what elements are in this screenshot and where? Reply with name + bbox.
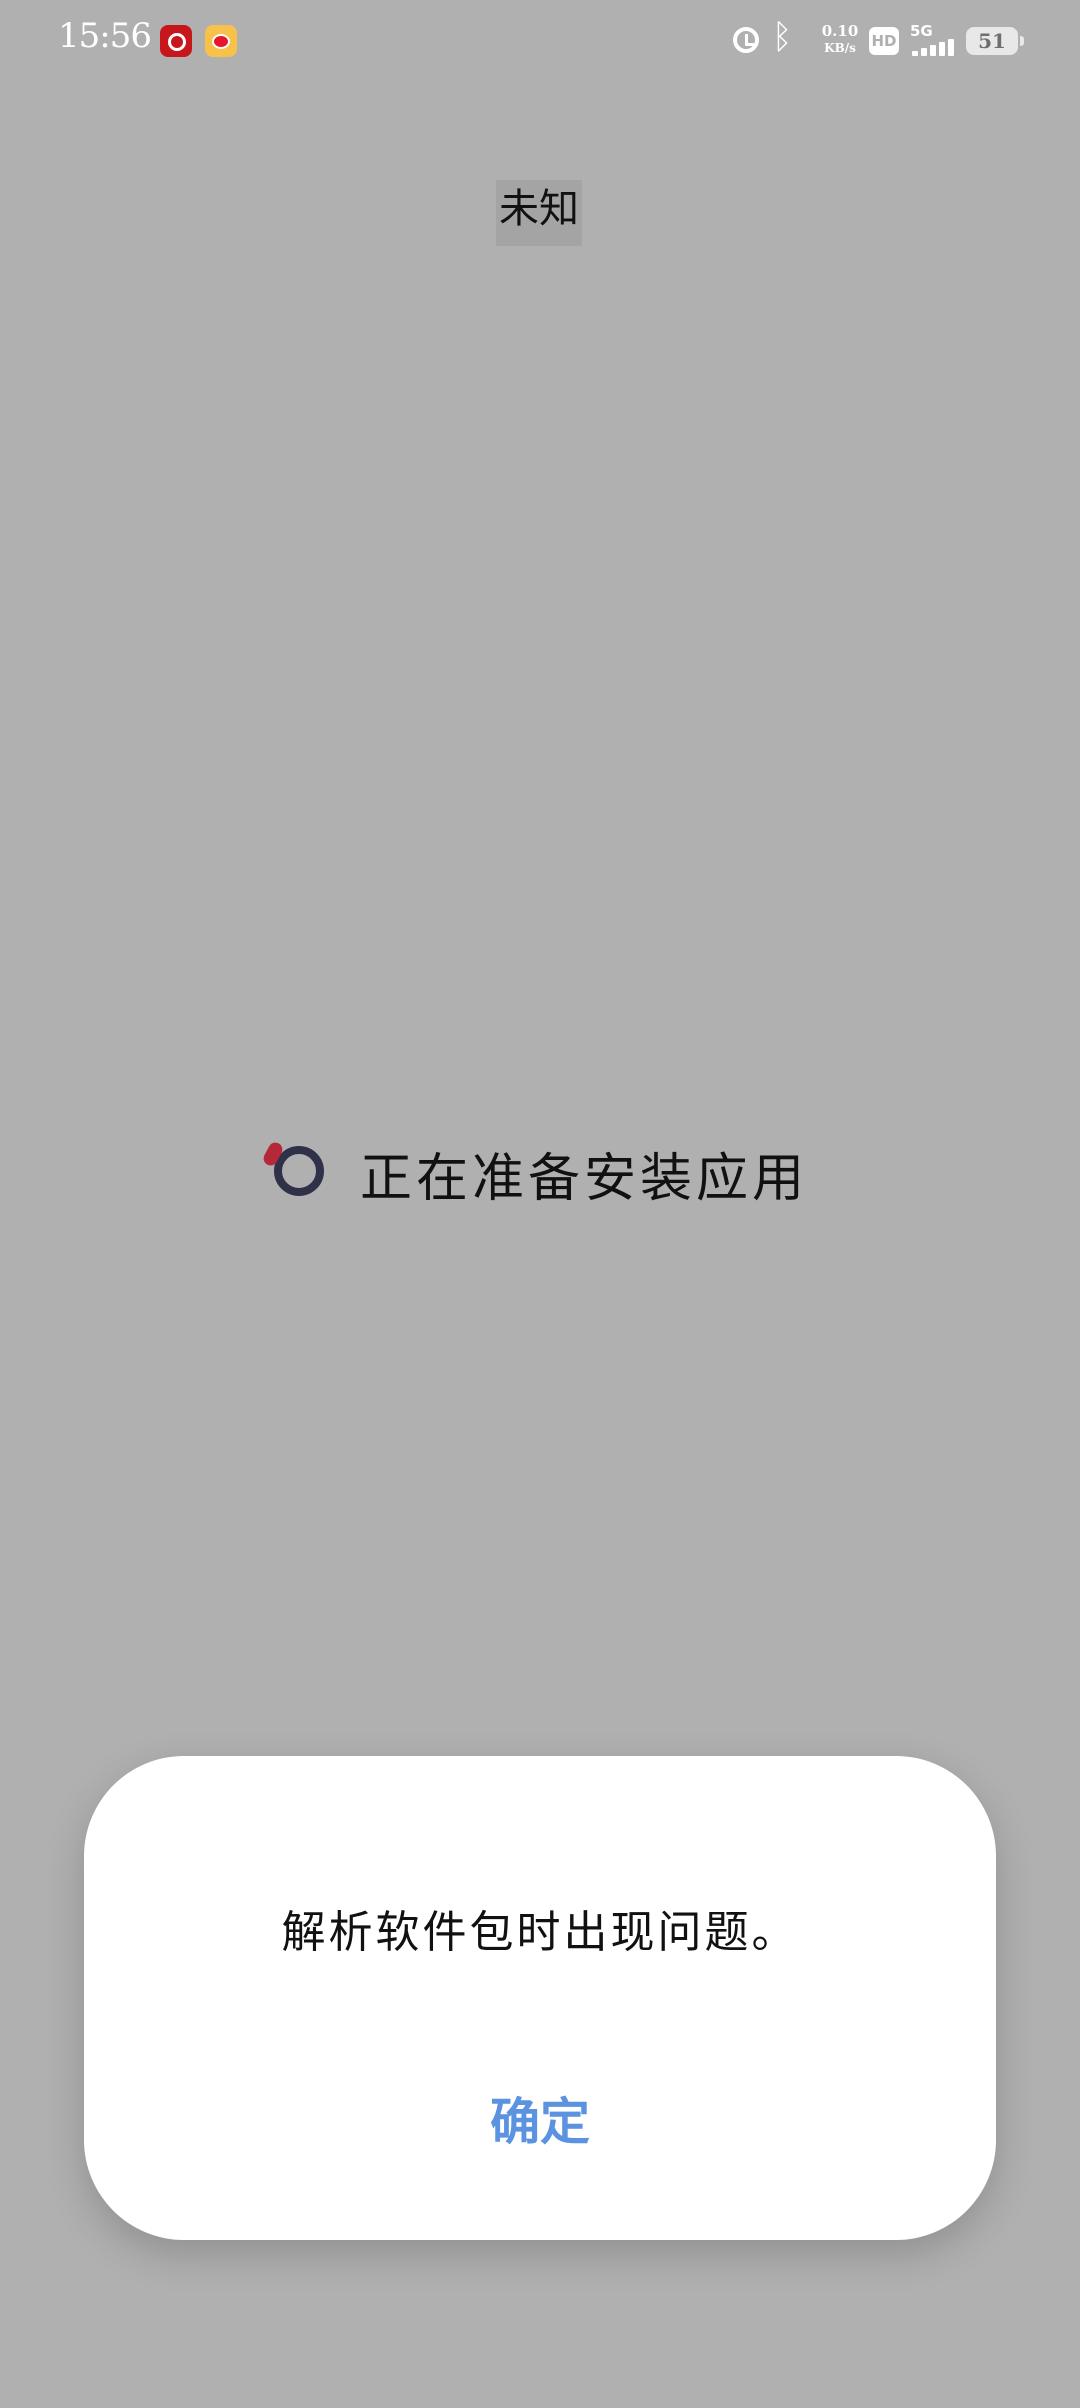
signal-bar xyxy=(948,39,954,56)
loading-spinner-icon xyxy=(274,1146,324,1196)
progress-text: 正在准备安装应用 xyxy=(360,1149,809,1209)
netease-music-icon xyxy=(160,25,192,57)
install-progress: 正在准备安装应用 xyxy=(261,1130,824,1210)
signal-bar xyxy=(939,42,945,56)
network-speed-value: 0.10 xyxy=(821,22,859,40)
weibo-icon xyxy=(205,25,237,57)
signal-bar xyxy=(930,45,936,56)
status-bar: 15:56 ᛒ 0.10 KB/s HD 5G 51 xyxy=(0,0,1080,80)
status-time: 15:56 xyxy=(58,16,152,56)
bluetooth-icon: ᛒ xyxy=(772,17,793,57)
signal-bar xyxy=(921,48,927,56)
hd-badge: HD xyxy=(869,27,899,55)
error-dialog: 解析软件包时出现问题。 确定 xyxy=(84,1756,996,2240)
signal-icon xyxy=(912,38,958,56)
confirm-button[interactable]: 确定 xyxy=(460,2082,620,2162)
app-name: 未知 xyxy=(496,180,582,246)
signal-bar xyxy=(912,51,918,56)
network-speed: 0.10 KB/s xyxy=(818,22,862,55)
network-type: 5G xyxy=(910,22,933,40)
dialog-message: 解析软件包时出现问题。 xyxy=(281,1907,799,1958)
alarm-icon xyxy=(733,27,759,53)
battery-icon: 51 xyxy=(966,27,1024,55)
network-speed-unit: KB/s xyxy=(824,41,856,55)
